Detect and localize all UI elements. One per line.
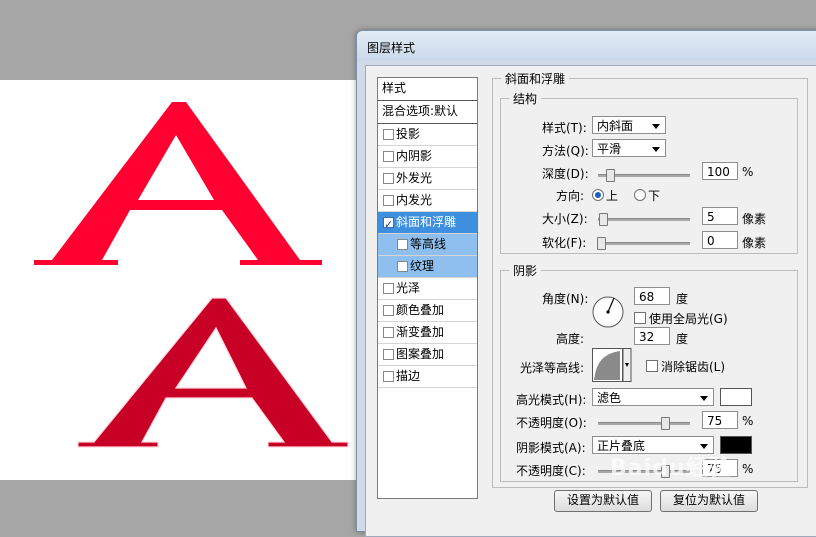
style-item-texture[interactable]: 纹理 [378, 256, 477, 278]
layer-style-dialog: 图层样式 样式 混合选项:默认 投影 内阴影 外发光 内发光 ✓ 斜面和浮雕 等高… [356, 30, 816, 537]
altitude-input[interactable]: 32 [634, 327, 670, 345]
bevel-emboss-title: 斜面和浮雕 [505, 72, 566, 86]
angle-unit: 度 [676, 292, 689, 306]
style-item-stroke[interactable]: 描边 [378, 366, 477, 388]
styles-list: 样式 混合选项:默认 投影 内阴影 外发光 内发光 ✓ 斜面和浮雕 等高线 纹理 … [377, 77, 478, 499]
chevron-down-icon [652, 147, 660, 152]
style-label: 样式(T): [542, 121, 587, 135]
style-dropdown[interactable]: 内斜面 [592, 116, 666, 134]
style-item-inner-shadow[interactable]: 内阴影 [378, 146, 477, 168]
chevron-down-icon [652, 124, 660, 129]
highlight-opacity-slider[interactable] [598, 417, 690, 430]
canvas-artwork [34, 102, 349, 448]
direction-label: 方向: [556, 189, 585, 203]
depth-input[interactable]: 100 [702, 162, 738, 180]
shadow-mode-label: 阴影模式(A): [516, 441, 586, 455]
dialog-client-area: 样式 混合选项:默认 投影 内阴影 外发光 内发光 ✓ 斜面和浮雕 等高线 纹理 … [365, 65, 816, 537]
style-item-drop-shadow[interactable]: 投影 [378, 124, 477, 146]
style-item-color-overlay[interactable]: 颜色叠加 [378, 300, 477, 322]
depth-slider-thumb[interactable] [605, 169, 615, 182]
altitude-label: 高度: [556, 332, 585, 346]
gloss-contour-picker[interactable] [592, 348, 632, 382]
gloss-contour-label: 光泽等高线: [520, 361, 585, 375]
chevron-down-icon [700, 444, 708, 449]
gloss-contour-icon [592, 348, 632, 382]
size-slider[interactable] [598, 213, 690, 226]
technique-dropdown[interactable]: 平滑 [592, 139, 666, 157]
anti-alias-label: 消除锯齿(L) [661, 360, 726, 374]
technique-label: 方法(Q): [542, 144, 589, 158]
checkbox[interactable] [383, 151, 394, 162]
size-unit: 像素 [742, 212, 767, 226]
soften-slider[interactable] [597, 237, 690, 250]
styles-header[interactable]: 样式 [378, 78, 477, 101]
direction-down-label: 下 [648, 189, 661, 203]
set-default-button[interactable]: 设置为默认值 [554, 490, 652, 512]
style-item-outer-glow[interactable]: 外发光 [378, 168, 477, 190]
direction-up-label: 上 [606, 189, 619, 203]
reset-default-button[interactable]: 复位为默认值 [660, 490, 758, 512]
global-light-label: 使用全局光(G) [649, 312, 728, 326]
checkbox[interactable] [383, 283, 394, 294]
checkbox[interactable] [397, 239, 408, 250]
size-slider-thumb[interactable] [598, 213, 608, 226]
highlight-opacity-unit: % [742, 414, 754, 428]
altitude-unit: 度 [676, 332, 689, 346]
direction-up-radio[interactable] [592, 189, 604, 201]
size-label: 大小(Z): [542, 212, 588, 226]
shadow-opacity-label: 不透明度(C): [516, 464, 586, 478]
soften-label: 软化(F): [542, 236, 587, 250]
highlight-mode-dropdown[interactable]: 滤色 [592, 388, 714, 406]
shading-title: 阴影 [513, 264, 538, 278]
angle-label: 角度(N): [542, 292, 589, 306]
checkbox[interactable] [383, 129, 394, 140]
angle-input[interactable]: 68 [634, 287, 670, 305]
checkbox[interactable] [397, 261, 408, 272]
soften-input[interactable]: 0 [702, 231, 738, 249]
checkbox[interactable] [383, 195, 394, 206]
title-bar[interactable]: 图层样式 [357, 31, 816, 61]
style-item-gradient-overlay[interactable]: 渐变叠加 [378, 322, 477, 344]
watermark: Baidu经验 [610, 456, 732, 481]
angle-dial-icon [592, 296, 624, 328]
checkbox[interactable] [383, 173, 394, 184]
anti-alias-checkbox[interactable] [646, 360, 658, 372]
depth-label: 深度(D): [542, 167, 589, 181]
letter-a-top [34, 102, 322, 265]
highlight-mode-label: 高光模式(H): [516, 393, 587, 407]
shadow-opacity-unit: % [742, 462, 754, 476]
depth-slider[interactable] [598, 169, 690, 182]
angle-dial[interactable] [592, 296, 624, 328]
highlight-opacity-input[interactable]: 75 [702, 411, 738, 429]
depth-unit: % [742, 165, 754, 179]
letter-a-bottom [77, 297, 349, 448]
soften-slider-thumb[interactable] [597, 237, 606, 250]
style-item-inner-glow[interactable]: 内发光 [378, 190, 477, 212]
dialog-title: 图层样式 [367, 41, 416, 55]
checkbox-checked[interactable]: ✓ [383, 217, 394, 231]
checkbox[interactable] [383, 349, 394, 360]
checkbox[interactable] [383, 327, 394, 338]
style-item-bevel-emboss[interactable]: ✓ 斜面和浮雕 [378, 212, 477, 234]
checkbox[interactable] [383, 305, 394, 316]
global-light-checkbox[interactable] [634, 312, 646, 324]
size-input[interactable]: 5 [702, 207, 738, 225]
checkbox[interactable] [383, 371, 394, 382]
style-item-contour[interactable]: 等高线 [378, 234, 477, 256]
highlight-color-swatch[interactable] [720, 388, 752, 406]
checkmark-icon: ✓ [384, 218, 394, 231]
style-item-pattern-overlay[interactable]: 图案叠加 [378, 344, 477, 366]
structure-title: 结构 [513, 92, 538, 106]
soften-unit: 像素 [742, 236, 767, 250]
chevron-down-icon [700, 396, 708, 401]
document-canvas [0, 80, 360, 480]
blending-options-item[interactable]: 混合选项:默认 [378, 101, 477, 124]
style-item-satin[interactable]: 光泽 [378, 278, 477, 300]
direction-down-radio[interactable] [634, 189, 646, 201]
highlight-opacity-slider-thumb[interactable] [660, 417, 670, 430]
highlight-opacity-label: 不透明度(O): [516, 416, 587, 430]
